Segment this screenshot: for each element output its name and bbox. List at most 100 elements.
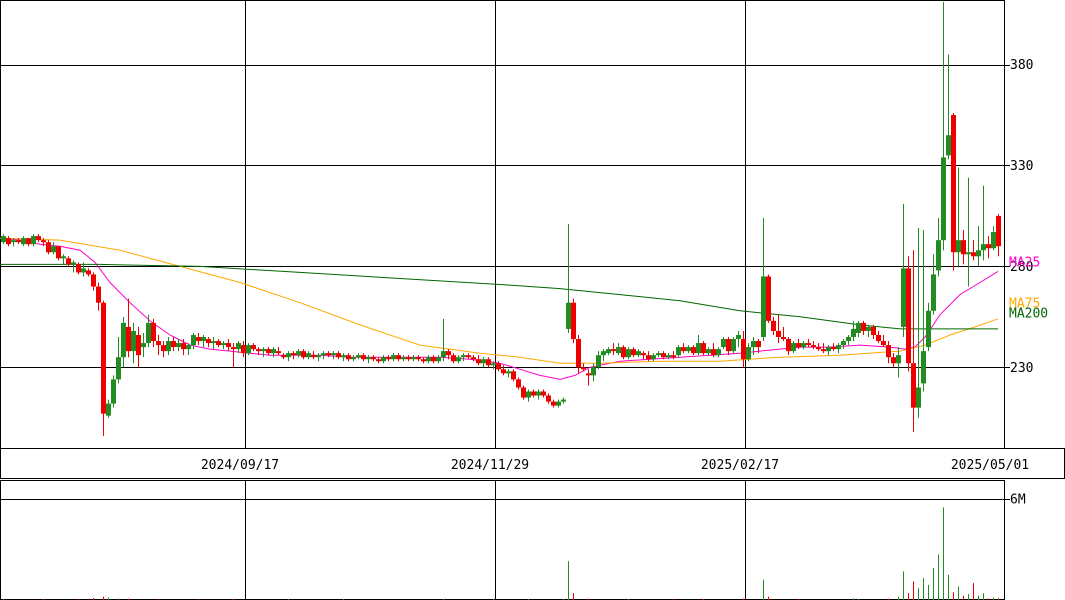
price-y-axis-ticks: 230280330380 bbox=[1010, 58, 1033, 376]
candle bbox=[766, 274, 771, 323]
candle-body bbox=[551, 401, 556, 406]
candle-body bbox=[336, 353, 341, 358]
candle-body bbox=[916, 387, 921, 408]
candle-body bbox=[206, 339, 211, 344]
candle-body bbox=[651, 355, 656, 360]
candle-body bbox=[496, 363, 501, 370]
candle-body bbox=[21, 238, 26, 245]
candle-body bbox=[361, 355, 366, 360]
candle-body bbox=[526, 391, 531, 398]
candle-body bbox=[156, 341, 161, 346]
candle-body bbox=[611, 349, 616, 352]
candle-body bbox=[86, 270, 91, 275]
candle-body bbox=[381, 357, 386, 362]
candle bbox=[571, 298, 576, 344]
stock-chart: 230280330380 MA25MA75MA200 2024/09/17 202… bbox=[0, 0, 1065, 600]
candle-body bbox=[481, 359, 486, 364]
candle-body bbox=[606, 349, 611, 354]
candle-body bbox=[901, 268, 906, 327]
candle-body bbox=[326, 353, 331, 356]
candle-body bbox=[271, 349, 276, 354]
candle-body bbox=[646, 355, 651, 360]
candle-body bbox=[181, 343, 186, 350]
candle-body bbox=[666, 355, 671, 358]
candle-body bbox=[896, 355, 901, 364]
candle-body bbox=[431, 357, 436, 362]
candle-body bbox=[576, 339, 581, 368]
candle-body bbox=[936, 240, 941, 271]
candle-body bbox=[536, 391, 541, 396]
candle-body bbox=[236, 343, 241, 350]
candle-body bbox=[946, 135, 951, 156]
date-label: 2025/02/17 bbox=[701, 458, 779, 473]
candle-body bbox=[781, 337, 786, 340]
candle-body bbox=[966, 252, 971, 255]
candle-body bbox=[696, 343, 701, 354]
volume-panel: 6M bbox=[0, 480, 1026, 600]
candle-body bbox=[296, 351, 301, 356]
candle-body bbox=[286, 353, 291, 358]
candle-body bbox=[511, 371, 516, 380]
candle-body bbox=[616, 347, 621, 354]
date-label: 2025/05/01 bbox=[951, 458, 1029, 473]
candle-body bbox=[51, 246, 56, 253]
candle-body bbox=[471, 357, 476, 360]
candle-body bbox=[516, 379, 521, 388]
candle-body bbox=[71, 262, 76, 265]
candle-body bbox=[176, 343, 181, 348]
candle-body bbox=[221, 343, 226, 346]
candle-body bbox=[106, 403, 111, 416]
candle-body bbox=[201, 337, 206, 342]
candle-body bbox=[91, 274, 96, 287]
candle-body bbox=[996, 215, 1001, 247]
candle-body bbox=[161, 345, 166, 352]
candle-body bbox=[231, 347, 236, 350]
candle-body bbox=[476, 359, 481, 364]
candle-body bbox=[876, 334, 881, 342]
candle-body bbox=[906, 268, 911, 364]
candle-body bbox=[316, 355, 321, 358]
date-axis: 2024/09/17 2024/11/29 2025/02/17 2025/05/01 bbox=[0, 448, 1065, 479]
candle-body bbox=[776, 330, 781, 338]
candle-body bbox=[416, 357, 421, 360]
candle-body bbox=[501, 369, 506, 374]
price-tick-label: 380 bbox=[1010, 58, 1033, 73]
candle-body bbox=[456, 357, 461, 362]
candle-body bbox=[826, 347, 831, 352]
candle-body bbox=[641, 353, 646, 356]
candle-body bbox=[821, 349, 826, 352]
candle-body bbox=[506, 371, 511, 374]
candle-body bbox=[251, 345, 256, 350]
candle-body bbox=[406, 357, 411, 360]
candle-body bbox=[716, 349, 721, 356]
candle-body bbox=[126, 326, 131, 352]
candle-body bbox=[786, 339, 791, 352]
candle bbox=[56, 246, 61, 261]
candle-body bbox=[81, 268, 86, 273]
candle-body bbox=[191, 334, 196, 346]
date-axis-frame bbox=[0, 448, 1065, 479]
candle-body bbox=[196, 337, 201, 342]
candle-body bbox=[266, 349, 271, 354]
volume-y-axis-ticks: 6M bbox=[1010, 493, 1026, 508]
candle-body bbox=[771, 320, 776, 331]
candle-body bbox=[36, 236, 41, 241]
candle-body bbox=[446, 351, 451, 356]
candle bbox=[521, 385, 526, 400]
candle-body bbox=[831, 347, 836, 350]
candle-body bbox=[591, 367, 596, 376]
candle-body bbox=[601, 351, 606, 356]
candle-body bbox=[171, 341, 176, 348]
candle-body bbox=[801, 343, 806, 348]
candle-body bbox=[931, 274, 936, 311]
candle-body bbox=[841, 341, 846, 346]
candle-body bbox=[811, 345, 816, 348]
candle-body bbox=[926, 310, 931, 348]
candle-body bbox=[151, 322, 156, 342]
candle-body bbox=[941, 157, 946, 241]
candle-body bbox=[111, 379, 116, 404]
candle-body bbox=[421, 359, 426, 362]
candle-body bbox=[561, 399, 566, 402]
candle-body bbox=[146, 322, 151, 344]
candle-body bbox=[986, 244, 991, 249]
